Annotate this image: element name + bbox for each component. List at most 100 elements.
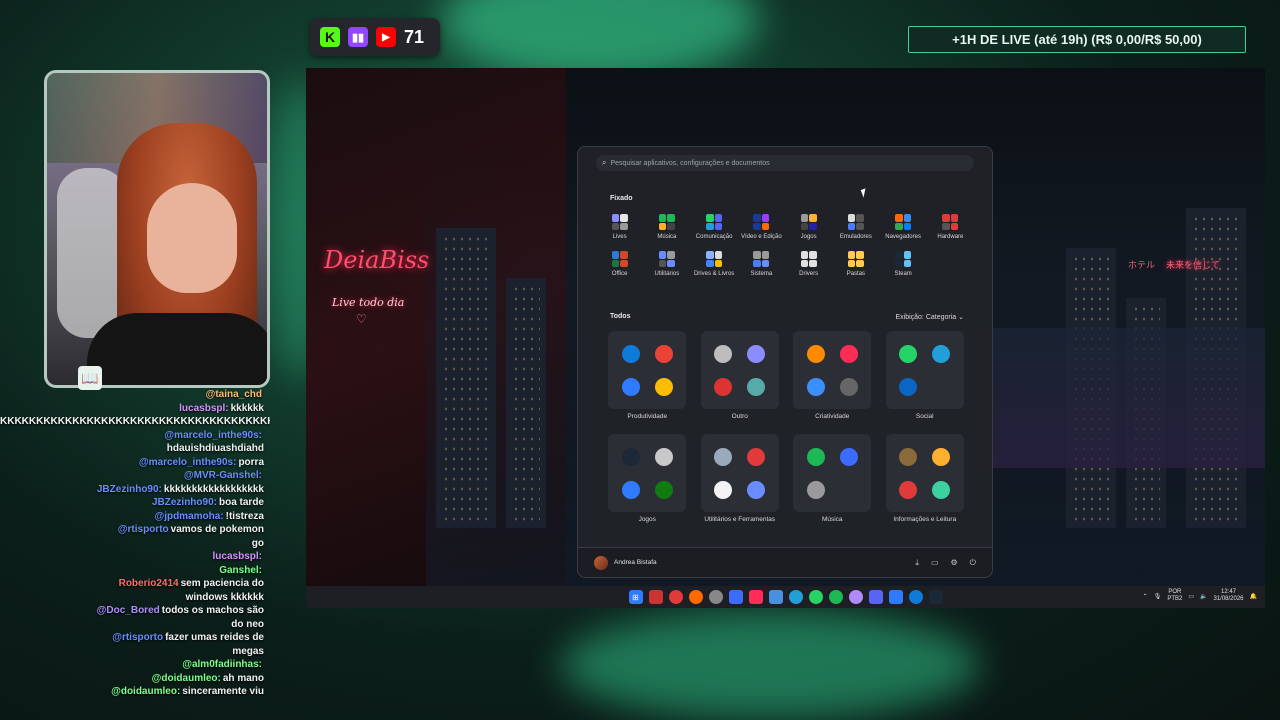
category-folder[interactable]: Utilitários e Ferramentas — [700, 434, 780, 523]
pinned-folder[interactable]: Vídeo e Edição — [738, 213, 785, 240]
chat-username[interactable]: @rtisporto — [118, 524, 169, 535]
docs-icon[interactable] — [768, 590, 783, 604]
app-icon[interactable] — [839, 377, 858, 396]
chat-username[interactable]: @marcelo_inthe90s: — [164, 430, 262, 441]
app-icon[interactable] — [714, 377, 733, 396]
pinned-folder[interactable]: Navegadores — [880, 213, 927, 240]
app-icon[interactable] — [747, 447, 766, 466]
app-icon[interactable] — [932, 480, 951, 499]
network-icon[interactable]: ▭ — [1188, 593, 1194, 600]
chevron-up-icon[interactable]: ⌃ — [1143, 593, 1148, 600]
app-icon[interactable] — [839, 480, 858, 499]
app-icon[interactable] — [648, 590, 663, 604]
chat-username[interactable]: @jpdmamoha: — [154, 511, 223, 522]
app-icon[interactable] — [654, 480, 673, 499]
app-icon[interactable] — [728, 590, 743, 604]
category-folder[interactable]: Produtividade — [608, 331, 687, 420]
chat-username[interactable]: @alm0fadiinhas: — [182, 659, 262, 670]
app-icon[interactable] — [747, 377, 766, 396]
chat-username[interactable]: @MVR-Ganshel: — [184, 470, 262, 481]
obs-icon[interactable] — [708, 590, 723, 604]
pinned-folder[interactable]: Drives & Livros — [691, 250, 738, 277]
category-folder[interactable]: Criatividade — [793, 331, 872, 420]
app-icon[interactable] — [654, 447, 673, 466]
pinned-folder[interactable]: Drivers — [785, 250, 832, 277]
app-icon[interactable] — [932, 377, 951, 396]
app-icon[interactable] — [806, 344, 825, 363]
pinned-folder[interactable]: Steam — [880, 250, 927, 277]
view-category-dropdown[interactable]: Exibição: Categoria ⌄ — [895, 313, 964, 321]
pinned-folder[interactable]: Sistema — [738, 250, 785, 277]
download-icon[interactable]: ⤓ — [915, 558, 919, 568]
notification-icon[interactable]: 🔔 — [1250, 593, 1257, 600]
mail-icon[interactable] — [888, 590, 903, 604]
app-icon[interactable] — [668, 590, 683, 604]
search-input[interactable]: ⌕ Pesquisar aplicativos, configurações e… — [596, 155, 974, 171]
app-icon[interactable] — [714, 480, 733, 499]
avatar[interactable] — [594, 555, 608, 570]
category-folder[interactable]: Jogos — [608, 434, 687, 523]
app-icon[interactable] — [621, 447, 640, 466]
chat-username[interactable]: Ganshel: — [219, 565, 262, 576]
app-icon[interactable] — [714, 344, 733, 363]
app-icon[interactable] — [899, 447, 918, 466]
app-icon[interactable] — [654, 377, 673, 396]
pinned-folder[interactable]: Comunicação — [691, 213, 738, 240]
pinned-folder[interactable]: Música — [643, 213, 690, 240]
pinned-folder[interactable]: Emuladores — [832, 213, 879, 240]
chat-username[interactable]: @doidaumleo: — [111, 686, 180, 697]
telegram-icon[interactable] — [788, 590, 803, 604]
app-icon[interactable] — [932, 344, 951, 363]
windows-start-icon[interactable]: ⊞ — [628, 590, 643, 604]
app-icon[interactable] — [621, 377, 640, 396]
power-icon[interactable]: ⏻ — [970, 558, 976, 568]
app-icon[interactable] — [621, 344, 640, 363]
app-icon[interactable] — [747, 344, 766, 363]
app-icon[interactable] — [806, 480, 825, 499]
app-icon[interactable] — [899, 377, 918, 396]
chat-username[interactable]: @Doc_Bored — [97, 605, 160, 616]
chat-username[interactable]: lucasbspl: — [179, 403, 228, 414]
pinned-folder[interactable]: Lives — [596, 213, 643, 240]
pinned-folder[interactable]: Pastas — [832, 250, 879, 277]
category-folder[interactable]: Social — [885, 331, 965, 420]
chat-username[interactable]: @taina_chd — [206, 389, 262, 400]
chat-username[interactable]: @doidaumleo: — [152, 673, 221, 684]
whatsapp-icon[interactable] — [808, 590, 823, 604]
app-icon[interactable] — [899, 480, 918, 499]
user-name[interactable]: Andrea Bistafa — [614, 559, 903, 566]
language-indicator[interactable]: POR PTB2 — [1167, 589, 1182, 603]
settings-icon[interactable]: ⚙ — [951, 558, 958, 567]
folder-icon[interactable]: ▭ — [931, 558, 939, 567]
chat-username[interactable]: Roberio2414 — [119, 578, 179, 589]
app-icon[interactable] — [848, 590, 863, 604]
chat-username[interactable]: JBZezinho90: — [97, 484, 162, 495]
pinned-folder[interactable]: Office — [596, 250, 643, 277]
chat-username[interactable]: lucasbspl: — [213, 551, 262, 562]
app-icon[interactable] — [806, 447, 825, 466]
browser-icon[interactable] — [688, 590, 703, 604]
app-icon[interactable] — [839, 344, 858, 363]
app-icon[interactable] — [806, 377, 825, 396]
app-icon[interactable] — [621, 480, 640, 499]
discord-icon[interactable] — [868, 590, 883, 604]
category-folder[interactable]: Informações e Leitura — [885, 434, 965, 523]
edge-icon[interactable] — [908, 590, 923, 604]
app-icon[interactable] — [932, 447, 951, 466]
spotify-icon[interactable] — [828, 590, 843, 604]
app-icon[interactable] — [747, 480, 766, 499]
tiktok-icon[interactable] — [748, 590, 763, 604]
pinned-folder[interactable]: Hardware — [927, 213, 974, 240]
chat-username[interactable]: @marcelo_inthe90s: — [139, 457, 237, 468]
microphone-icon[interactable]: 🎙 — [1154, 593, 1162, 600]
app-icon[interactable] — [899, 344, 918, 363]
pinned-folder[interactable]: Utilitários — [643, 250, 690, 277]
steam-icon[interactable] — [928, 590, 943, 604]
category-folder[interactable]: Música — [793, 434, 872, 523]
clock[interactable]: 12:47 31/08/2026 — [1213, 589, 1243, 603]
app-icon[interactable] — [714, 447, 733, 466]
volume-icon[interactable]: 🔈 — [1200, 593, 1207, 600]
app-icon[interactable] — [654, 344, 673, 363]
chat-username[interactable]: JBZezinho90: — [152, 497, 217, 508]
app-icon[interactable] — [839, 447, 858, 466]
